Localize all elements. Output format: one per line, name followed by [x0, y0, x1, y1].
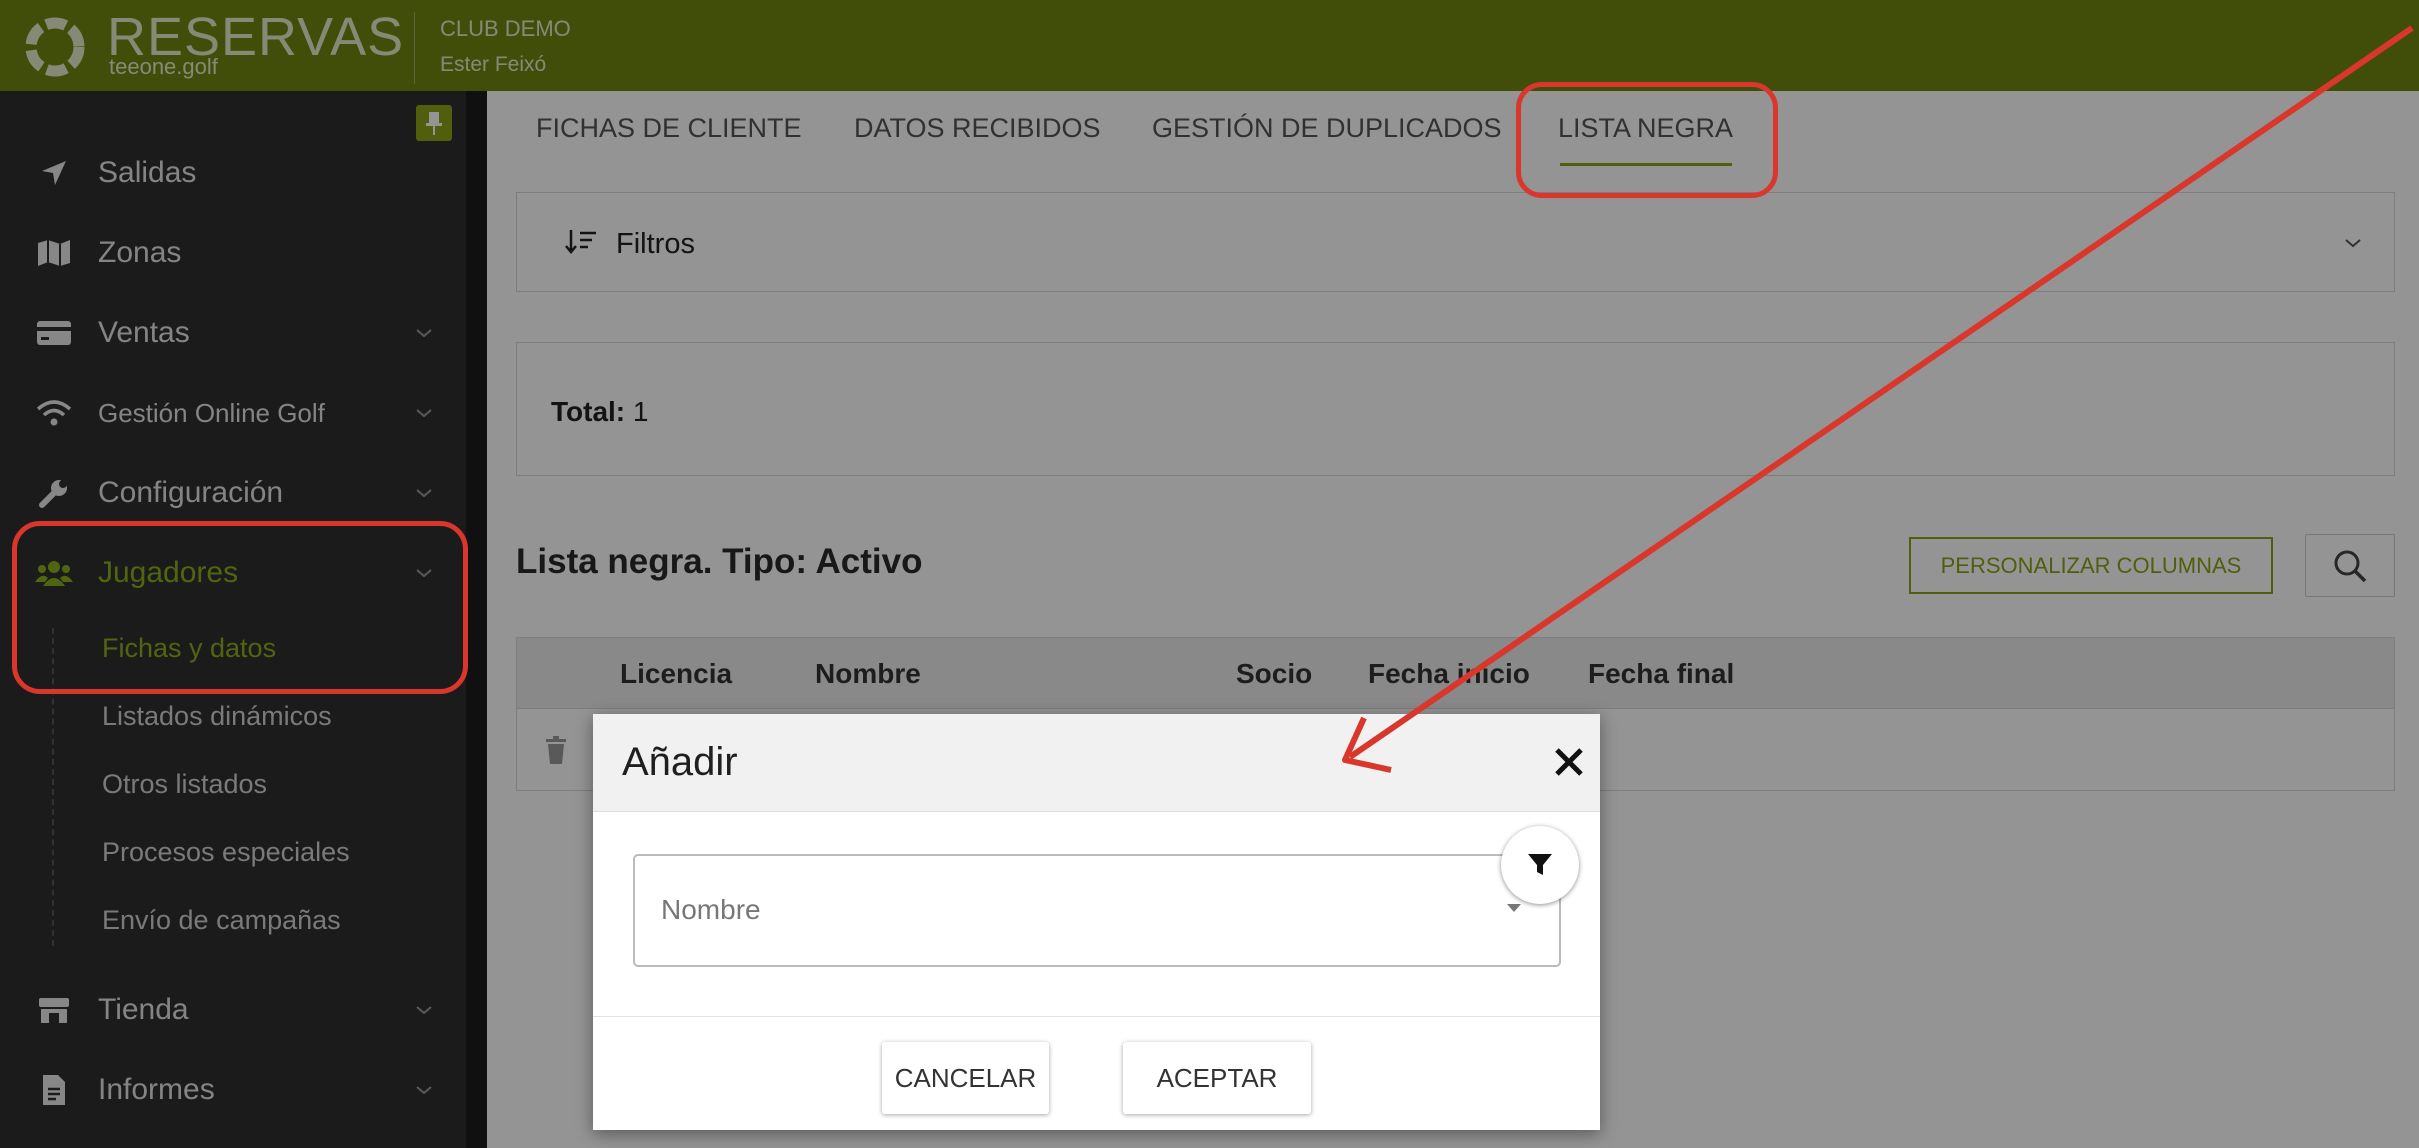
annotation-arrow-icon [1342, 25, 2414, 773]
